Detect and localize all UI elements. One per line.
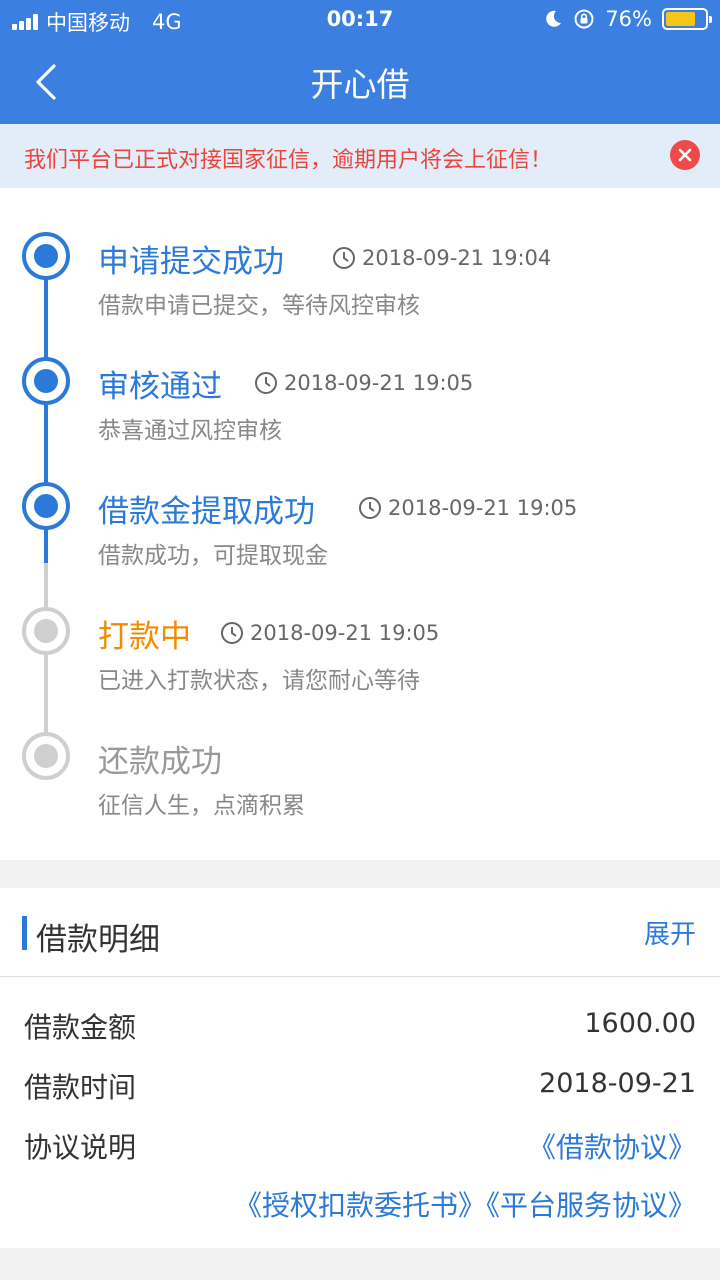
step-done-dot bbox=[22, 232, 70, 280]
step-label: 还款成功 bbox=[98, 744, 222, 780]
authorization-link[interactable]: 《授权扣款委托书》 bbox=[234, 1189, 486, 1222]
timeline-step-withdrawn: 借款金提取成功 2018-09-21 19:05 借款成功，可提取现金 bbox=[0, 482, 720, 592]
divider bbox=[0, 976, 720, 977]
step-label: 打款中 bbox=[98, 619, 191, 655]
date-label: 借款时间 bbox=[24, 1071, 137, 1104]
step-time: 2018-09-21 19:05 bbox=[220, 621, 439, 645]
step-pending-dot bbox=[22, 732, 70, 780]
step-desc: 借款成功，可提取现金 bbox=[98, 543, 328, 569]
timeline-step-approved: 审核通过 2018-09-21 19:05 恭喜通过风控审核 bbox=[0, 357, 720, 467]
step-label: 审核通过 bbox=[98, 369, 222, 405]
nav-bar: 开心借 bbox=[0, 40, 720, 124]
status-right: 76% bbox=[543, 7, 712, 31]
platform-agreement-link[interactable]: 《平台服务协议》 bbox=[486, 1189, 696, 1222]
step-desc: 借款申请已提交，等待风控审核 bbox=[98, 293, 420, 319]
close-notice-icon[interactable] bbox=[670, 140, 700, 170]
date-value: 2018-09-21 bbox=[539, 1068, 696, 1099]
agreement-links-row: 《授权扣款委托书》《平台服务协议》 bbox=[234, 1184, 696, 1224]
rotation-lock-icon bbox=[574, 9, 594, 29]
timeline-step-submitted: 申请提交成功 2018-09-21 19:04 借款申请已提交，等待风控审核 bbox=[0, 232, 720, 342]
step-desc: 征信人生，点滴积累 bbox=[98, 793, 305, 819]
loan-details-card: 借款明细 展开 借款金额 1600.00 借款时间 2018-09-21 协议说… bbox=[0, 888, 720, 1248]
step-time-text: 2018-09-21 19:05 bbox=[284, 371, 474, 395]
step-time: 2018-09-21 19:05 bbox=[358, 496, 577, 520]
clock-icon bbox=[359, 497, 381, 519]
amount-value: 1600.00 bbox=[584, 1008, 696, 1039]
clock-icon bbox=[221, 622, 243, 644]
battery-icon bbox=[662, 8, 712, 30]
moon-icon bbox=[546, 10, 562, 27]
step-desc: 恭喜通过风控审核 bbox=[98, 418, 282, 444]
step-time-text: 2018-09-21 19:05 bbox=[250, 621, 440, 645]
agreement-label: 协议说明 bbox=[24, 1131, 137, 1164]
app-header: 中国移动 4G 00:17 76% 开心借 bbox=[0, 0, 720, 124]
step-time-text: 2018-09-21 19:05 bbox=[388, 496, 578, 520]
status-bar: 中国移动 4G 00:17 76% bbox=[0, 0, 720, 40]
timeline-step-paying: 打款中 2018-09-21 19:05 已进入打款状态，请您耐心等待 bbox=[0, 607, 720, 717]
step-desc: 已进入打款状态，请您耐心等待 bbox=[98, 668, 420, 694]
loan-agreement-link[interactable]: 《借款协议》 bbox=[528, 1126, 696, 1166]
step-done-dot bbox=[22, 357, 70, 405]
step-pending-dot bbox=[22, 607, 70, 655]
step-done-dot bbox=[22, 482, 70, 530]
section-title: 借款明细 bbox=[36, 922, 160, 958]
progress-timeline: 申请提交成功 2018-09-21 19:04 借款申请已提交，等待风控审核 审… bbox=[0, 188, 720, 860]
section-accent-bar bbox=[22, 916, 27, 950]
notice-text: 我们平台已正式对接国家征信，逾期用户将会上征信！ bbox=[24, 148, 553, 173]
step-label: 申请提交成功 bbox=[98, 244, 284, 280]
page-title: 开心借 bbox=[310, 65, 410, 104]
clock-icon bbox=[255, 372, 277, 394]
step-time-text: 2018-09-21 19:04 bbox=[362, 246, 552, 270]
expand-button[interactable]: 展开 bbox=[644, 914, 696, 951]
notice-banner: 我们平台已正式对接国家征信，逾期用户将会上征信！ bbox=[0, 124, 720, 188]
step-time: 2018-09-21 19:04 bbox=[332, 246, 551, 270]
clock-icon bbox=[333, 247, 355, 269]
amount-label: 借款金额 bbox=[24, 1011, 137, 1044]
battery-level bbox=[666, 12, 695, 26]
battery-percent: 76% bbox=[605, 7, 652, 31]
timeline-step-repaid: 还款成功 征信人生，点滴积累 bbox=[0, 732, 720, 842]
step-label: 借款金提取成功 bbox=[98, 494, 315, 530]
step-time: 2018-09-21 19:05 bbox=[254, 371, 473, 395]
